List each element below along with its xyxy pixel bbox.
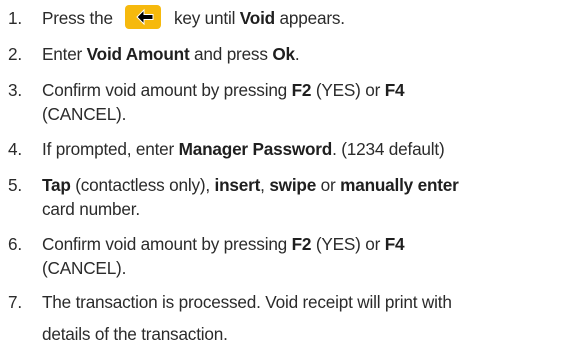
step-number: 6. bbox=[8, 234, 22, 254]
step-text-segment: Confirm void amount by pressing bbox=[42, 80, 292, 100]
step-text-segment: or bbox=[316, 175, 341, 195]
step-text-segment: . (1234 default) bbox=[332, 139, 445, 159]
step-text-segment: (YES) or bbox=[311, 234, 385, 254]
step-text: Enter Void Amount and press Ok. bbox=[42, 42, 300, 66]
step-text-segment: (contactless only), bbox=[70, 175, 215, 195]
step-line: Enter Void Amount and press Ok. bbox=[42, 42, 300, 66]
step-bold-term: F4 bbox=[384, 234, 405, 254]
step-line: Press the key until Void appears. bbox=[42, 5, 346, 30]
step-number: 1. bbox=[8, 8, 22, 28]
instruction-list: 1. Press the key until Void appears. 2. En… bbox=[0, 0, 565, 364]
step-text-segment: card number. bbox=[42, 199, 140, 219]
step-bold-term: Void Amount bbox=[86, 44, 190, 64]
step-bold-term: F2 bbox=[291, 234, 312, 254]
step-line: If prompted, enter Manager Password. (12… bbox=[42, 137, 445, 161]
step-line: Tap (contactless only), insert, swipe or… bbox=[42, 173, 459, 197]
step-text-segment: and press bbox=[189, 44, 273, 64]
step-text-segment: . bbox=[294, 44, 300, 64]
step-line: (CANCEL). bbox=[42, 102, 404, 126]
step-text: The transaction is processed. Void recei… bbox=[42, 290, 452, 354]
step-line: card number. bbox=[42, 197, 459, 221]
step-bold-term: Void bbox=[239, 8, 275, 28]
step-text-segment: Confirm void amount by pressing bbox=[42, 234, 292, 254]
step-text: Confirm void amount by pressing F2 (YES)… bbox=[42, 232, 405, 280]
backspace-arrow-key-icon bbox=[125, 5, 162, 30]
step-text: If prompted, enter Manager Password. (12… bbox=[42, 137, 445, 161]
step-text-segment: key until bbox=[169, 8, 240, 28]
step-text-segment: details of the transaction. bbox=[42, 324, 228, 344]
step-text-segment: Press the bbox=[42, 8, 118, 28]
step-text-segment: The transaction is processed. Void recei… bbox=[42, 292, 452, 312]
step-line: (CANCEL). bbox=[42, 256, 404, 280]
step-line: Confirm void amount by pressing F2 (YES)… bbox=[42, 232, 405, 256]
step-text-segment: (YES) or bbox=[311, 80, 385, 100]
step-bold-term: F2 bbox=[291, 80, 312, 100]
step-text-segment: Enter bbox=[42, 44, 87, 64]
step-number: 4. bbox=[8, 139, 22, 159]
step-bold-term: swipe bbox=[269, 175, 317, 195]
step-line: details of the transaction. bbox=[42, 322, 452, 354]
step-bold-term: Tap bbox=[42, 175, 71, 195]
step-text: Press the key until Void appears. bbox=[42, 5, 346, 30]
step-line: Confirm void amount by pressing F2 (YES)… bbox=[42, 78, 405, 102]
step-number: 7. bbox=[8, 292, 22, 312]
step-text: Confirm void amount by pressing F2 (YES)… bbox=[42, 78, 405, 126]
step-bold-term: F4 bbox=[384, 80, 405, 100]
step-bold-term: manually enter bbox=[340, 175, 459, 195]
step-number: 3. bbox=[8, 80, 22, 100]
step-text-segment: If prompted, enter bbox=[42, 139, 179, 159]
step-line: The transaction is processed. Void recei… bbox=[42, 290, 452, 322]
step-bold-term: insert bbox=[214, 175, 261, 195]
step-text-segment: (CANCEL). bbox=[42, 258, 127, 278]
step-number: 2. bbox=[8, 44, 22, 64]
step-text: Tap (contactless only), insert, swipe or… bbox=[42, 173, 459, 221]
step-text-segment: appears. bbox=[274, 8, 346, 28]
step-bold-term: Manager Password bbox=[178, 139, 333, 159]
step-number: 5. bbox=[8, 175, 22, 195]
step-text-segment: , bbox=[260, 175, 270, 195]
step-text-segment: (CANCEL). bbox=[42, 104, 127, 124]
step-bold-term: Ok bbox=[272, 44, 295, 64]
